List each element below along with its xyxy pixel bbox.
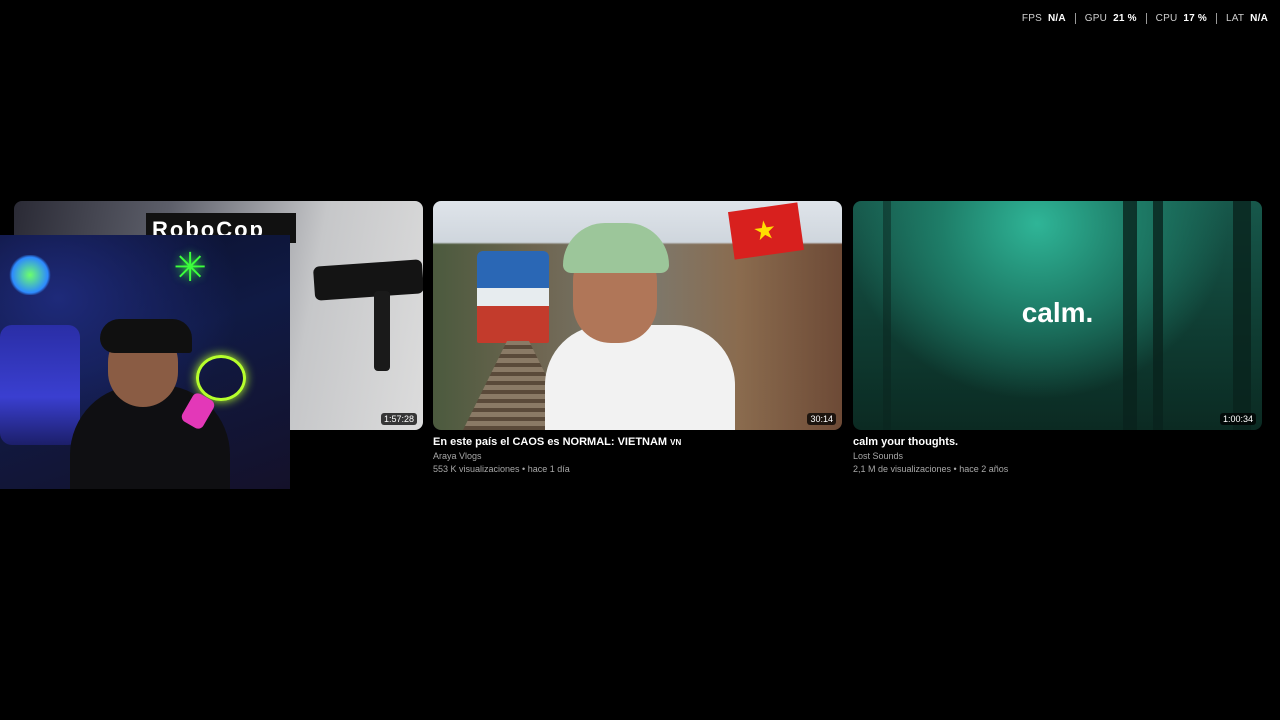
video-card[interactable]: calm. 1:00:34 calm your thoughts. Lost S…: [853, 201, 1262, 474]
thumbnail-art: [563, 223, 669, 273]
perf-label: CPU: [1155, 13, 1178, 24]
video-title[interactable]: calm your thoughts.: [853, 436, 1262, 448]
thumbnail-art: [477, 251, 549, 343]
neon-sign-icon: [8, 255, 52, 295]
perf-value: N/A: [1250, 13, 1268, 24]
perf-value: N/A: [1047, 13, 1066, 24]
video-meta: 553 K visualizaciones • hace 1 día: [433, 464, 570, 474]
neon-leaf-icon: ✳: [173, 246, 207, 290]
perf-lat: LAT N/A: [1215, 13, 1268, 24]
video-thumbnail[interactable]: calm. 1:00:34: [853, 201, 1262, 430]
channel-name[interactable]: Lost Sounds: [853, 451, 1262, 461]
perf-gpu: GPU 21 %: [1074, 13, 1146, 24]
perf-value: 21 %: [1113, 13, 1137, 24]
perf-label: LAT: [1225, 13, 1245, 24]
video-card[interactable]: ★ 30:14 En este país el CAOS es NORMAL: …: [433, 201, 842, 474]
webcam-overlay: ✳: [0, 235, 290, 489]
vietnam-flag-icon: ★: [728, 202, 804, 260]
webcam-art: [0, 325, 80, 445]
duration-badge: 1:00:34: [1219, 413, 1256, 425]
neon-eye-icon: [196, 355, 246, 401]
duration-badge: 1:57:28: [380, 413, 417, 425]
perf-cpu: CPU 17 %: [1145, 13, 1216, 24]
thumbnail-art: [545, 325, 735, 430]
video-title[interactable]: En este país el CAOS es NORMAL: VIETNAM V…: [433, 436, 842, 448]
perf-label: FPS: [1021, 13, 1042, 24]
video-meta: 2,1 M de visualizaciones • hace 2 años: [853, 464, 1009, 474]
perf-value: 17 %: [1183, 13, 1207, 24]
video-title-text: En este país el CAOS es NORMAL: VIETNAM: [433, 436, 668, 448]
webcam-art: [100, 319, 192, 353]
thumbnail-art: [312, 259, 423, 301]
duration-badge: 30:14: [807, 413, 836, 425]
perf-fps: FPS N/A: [1013, 13, 1075, 24]
performance-overlay: FPS N/A GPU 21 % CPU 17 % LAT N/A: [1013, 13, 1268, 24]
thumbnail-overlay-text: calm.: [1021, 297, 1094, 328]
video-thumbnail[interactable]: ★ 30:14: [433, 201, 842, 430]
country-flag-label: VN: [670, 438, 682, 447]
thumbnail-art: [374, 291, 390, 371]
channel-name[interactable]: Araya Vlogs: [433, 451, 842, 461]
app-screen: FPS N/A GPU 21 % CPU 17 % LAT N/A RoboCo…: [0, 0, 1280, 720]
perf-label: GPU: [1084, 13, 1108, 24]
